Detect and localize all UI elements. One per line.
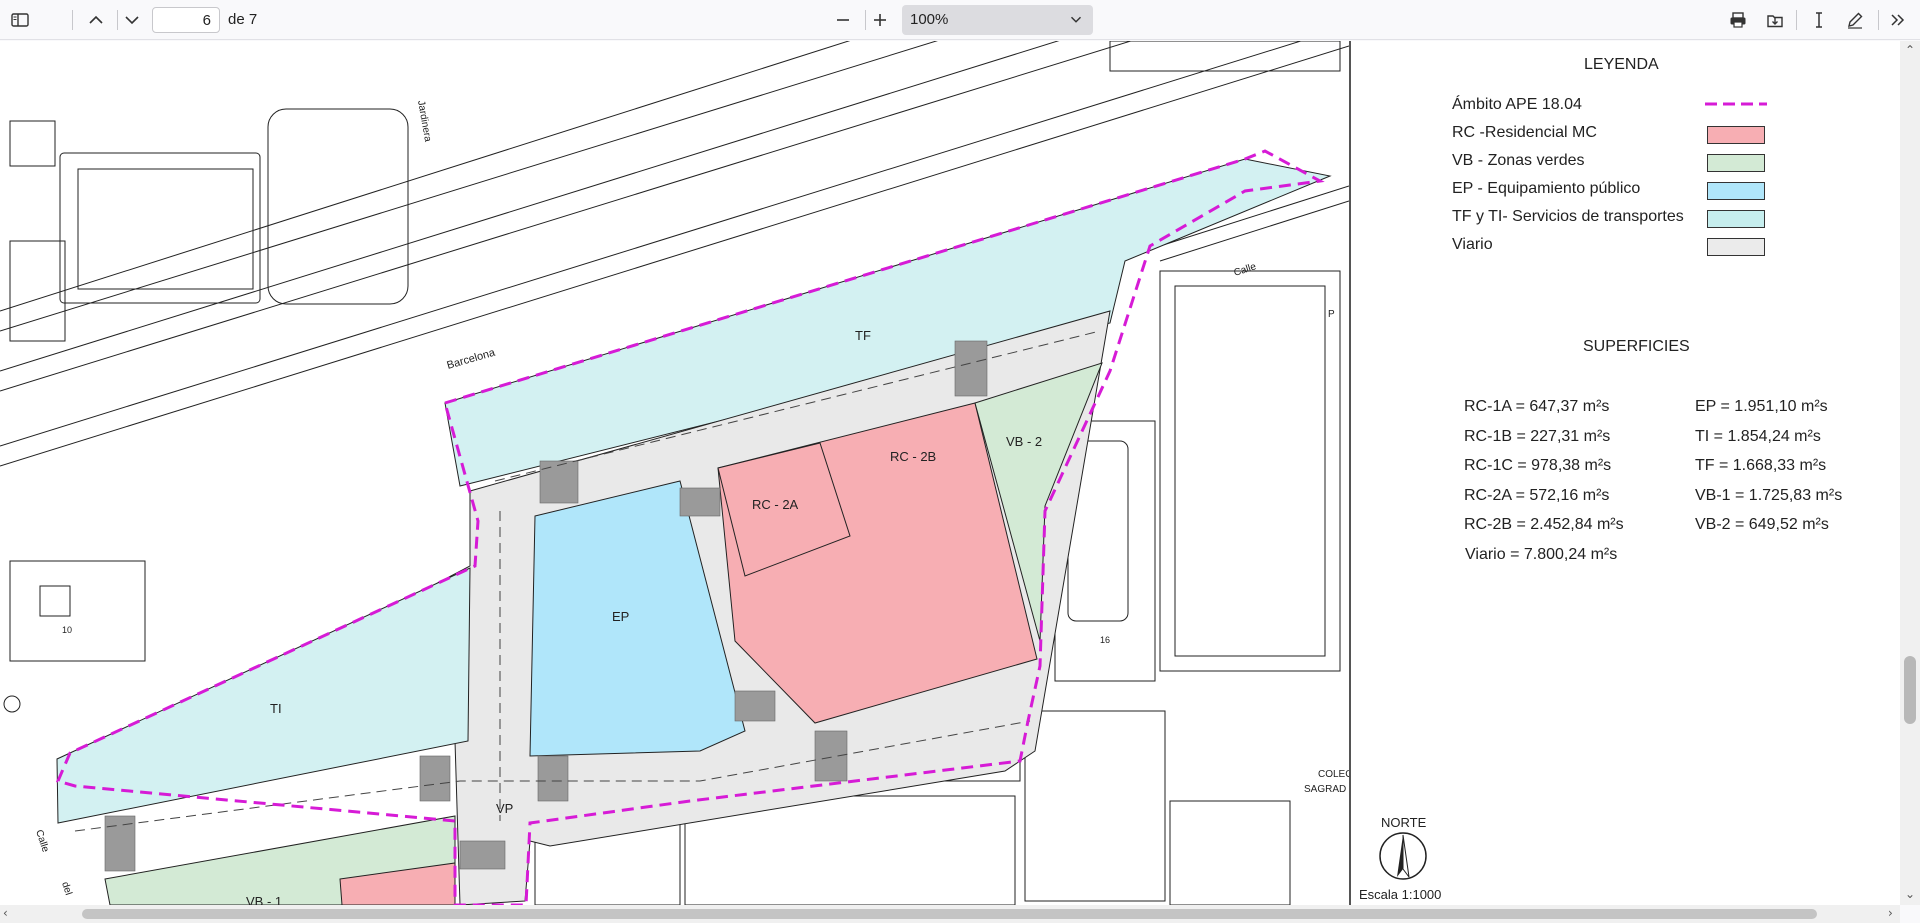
label-jardinera: Jardinera (415, 100, 433, 143)
scroll-right-icon[interactable]: › (1888, 906, 1893, 920)
pdf-viewer[interactable]: TF TI EP RC - 2A RC - 2B VB - 1 VB - 2 V… (0, 41, 1900, 905)
manhole-icon (3, 695, 21, 713)
building-outline (9, 240, 66, 342)
label-ep: EP (612, 609, 629, 624)
building-outline (59, 152, 261, 304)
crosswalk (537, 755, 569, 802)
legend-swatch-green (1707, 154, 1765, 172)
label-calle-right: Calle (1233, 261, 1258, 279)
superficie-value: VB-1 = 1.725,83 m²s (1695, 487, 1843, 504)
legend-label: Ámbito APE 18.04 (1452, 96, 1582, 113)
superficies-title: SUPERFICIES (1583, 338, 1690, 355)
building-outline (9, 560, 146, 662)
horizontal-scroll-thumb[interactable] (82, 909, 1817, 919)
superficie-value: TI = 1.854,24 m²s (1695, 428, 1821, 445)
label-number: 16 (1100, 635, 1110, 645)
print-icon[interactable] (1724, 6, 1752, 34)
page-total-label: de 7 (228, 11, 258, 28)
pdf-toolbar: de 7 100% (0, 0, 1920, 40)
chevron-down-icon (1070, 16, 1082, 23)
label-barcelona: Barcelona (446, 346, 498, 371)
label-number: P (1328, 309, 1335, 320)
toolbar-separator (1796, 10, 1797, 30)
crosswalk (539, 460, 579, 504)
crosswalk (459, 840, 506, 870)
label-number: 10 (62, 625, 72, 635)
zoom-value: 100% (910, 11, 949, 28)
building-outline (39, 585, 71, 617)
label-sagrado: SAGRAD (1304, 784, 1346, 795)
toolbar-separator (72, 10, 73, 30)
label-ti: TI (270, 701, 282, 716)
superficie-value: VB-2 = 649,52 m²s (1695, 516, 1829, 533)
legend-swatch-transport (1707, 210, 1765, 228)
page-up-icon[interactable] (82, 6, 110, 34)
label-calle-left: Calle (33, 829, 51, 854)
crosswalk (679, 487, 721, 517)
building-outline (1169, 800, 1291, 905)
building-outline (1024, 710, 1166, 902)
zoom-in-icon[interactable] (866, 6, 894, 34)
text-cursor-icon[interactable] (1805, 6, 1833, 34)
draw-icon[interactable] (1841, 6, 1869, 34)
label-vb2: VB - 2 (1006, 434, 1042, 449)
legend-title: LEYENDA (1584, 56, 1659, 73)
vertical-scrollbar[interactable]: ⌃ ⌄ (1900, 41, 1920, 905)
crosswalk (419, 755, 451, 802)
legend-label: TF y TI- Servicios de transportes (1452, 208, 1684, 225)
crosswalk (954, 340, 988, 397)
superficie-value: TF = 1.668,33 m²s (1695, 457, 1827, 474)
label-colegio: COLEG (1318, 769, 1349, 780)
scale-label: Escala 1:1000 (1359, 887, 1442, 902)
superficie-value: Viario = 7.800,24 m²s (1465, 546, 1618, 563)
building-outline (9, 120, 56, 167)
page-down-icon[interactable] (118, 6, 146, 34)
legend-label: RC -Residencial MC (1452, 124, 1597, 141)
label-rc2b: RC - 2B (890, 449, 936, 464)
label-del: del (59, 881, 74, 897)
label-vb1: VB - 1 (246, 894, 282, 905)
zoom-out-icon[interactable] (829, 6, 857, 34)
superficie-value: EP = 1.951,10 m²s (1695, 398, 1828, 415)
superficie-value: RC-1A = 647,37 m²s (1464, 398, 1610, 415)
zoom-select[interactable]: 100% (902, 5, 1093, 35)
superficie-value: RC-2B = 2.452,84 m²s (1464, 516, 1624, 533)
crosswalk (734, 690, 776, 722)
building-outline (1159, 270, 1341, 672)
legend-dashed-line (1705, 102, 1767, 106)
scroll-down-icon[interactable]: ⌄ (1905, 887, 1915, 901)
page-number-input[interactable] (152, 7, 220, 33)
toolbar-separator (1878, 10, 1879, 30)
legend-swatch-residential (1707, 126, 1765, 144)
sidebar-toggle-icon[interactable] (6, 6, 34, 34)
label-rc2a: RC - 2A (752, 497, 799, 512)
site-plan: TF TI EP RC - 2A RC - 2B VB - 1 VB - 2 V… (0, 41, 1349, 905)
label-tf: TF (855, 328, 871, 343)
building-outline (77, 168, 254, 290)
horizontal-scrollbar[interactable]: ‹ › (0, 905, 1900, 923)
label-vp: VP (496, 801, 513, 816)
legend-swatch-road (1707, 238, 1765, 256)
superficie-value: RC-1B = 227,31 m²s (1464, 428, 1611, 445)
building-outline (1109, 41, 1341, 72)
north-label: NORTE (1381, 815, 1427, 830)
scroll-left-icon[interactable]: ‹ (3, 906, 8, 920)
legend-panel: LEYENDA Ámbito APE 18.04 RC -Residencial… (1349, 41, 1900, 905)
superficie-value: RC-2A = 572,16 m²s (1464, 487, 1610, 504)
north-arrow-icon (1379, 832, 1427, 880)
more-tools-icon[interactable] (1884, 6, 1912, 34)
superficie-value: RC-1C = 978,38 m²s (1464, 457, 1612, 474)
crosswalk (814, 730, 848, 782)
zone-ti (56, 567, 471, 824)
legend-swatch-equipment (1707, 182, 1765, 200)
building-outline (1174, 285, 1326, 657)
save-icon[interactable] (1761, 6, 1789, 34)
legend-label: Viario (1452, 236, 1493, 253)
building-outline (267, 108, 409, 305)
legend-label: VB - Zonas verdes (1452, 152, 1585, 169)
legend-label: EP - Equipamiento público (1452, 180, 1641, 197)
scroll-up-icon[interactable]: ⌃ (1905, 43, 1915, 57)
vertical-scroll-thumb[interactable] (1904, 656, 1916, 724)
